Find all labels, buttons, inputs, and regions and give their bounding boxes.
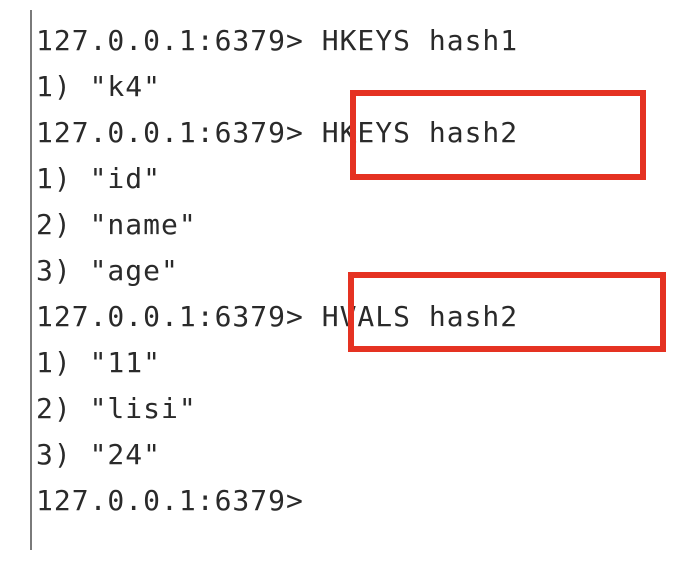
terminal-line: 1) "11" — [36, 346, 162, 379]
terminal-left-border — [30, 10, 32, 550]
terminal-line: 1) "id" — [36, 162, 162, 195]
terminal-output: 127.0.0.1:6379> HKEYS hash1 1) "k4" 127.… — [0, 0, 696, 562]
hvals-command-highlight — [348, 272, 666, 352]
terminal-line: 127.0.0.1:6379> HKEYS hash1 — [36, 24, 519, 57]
hkeys-command-highlight — [350, 90, 646, 180]
terminal-line: 2) "lisi" — [36, 392, 197, 425]
terminal-line: 3) "age" — [36, 254, 179, 287]
terminal-line: 2) "name" — [36, 208, 197, 241]
terminal-prompt-line[interactable]: 127.0.0.1:6379> — [36, 478, 304, 524]
terminal-line: 1) "k4" — [36, 70, 162, 103]
terminal-line: 3) "24" — [36, 438, 162, 471]
